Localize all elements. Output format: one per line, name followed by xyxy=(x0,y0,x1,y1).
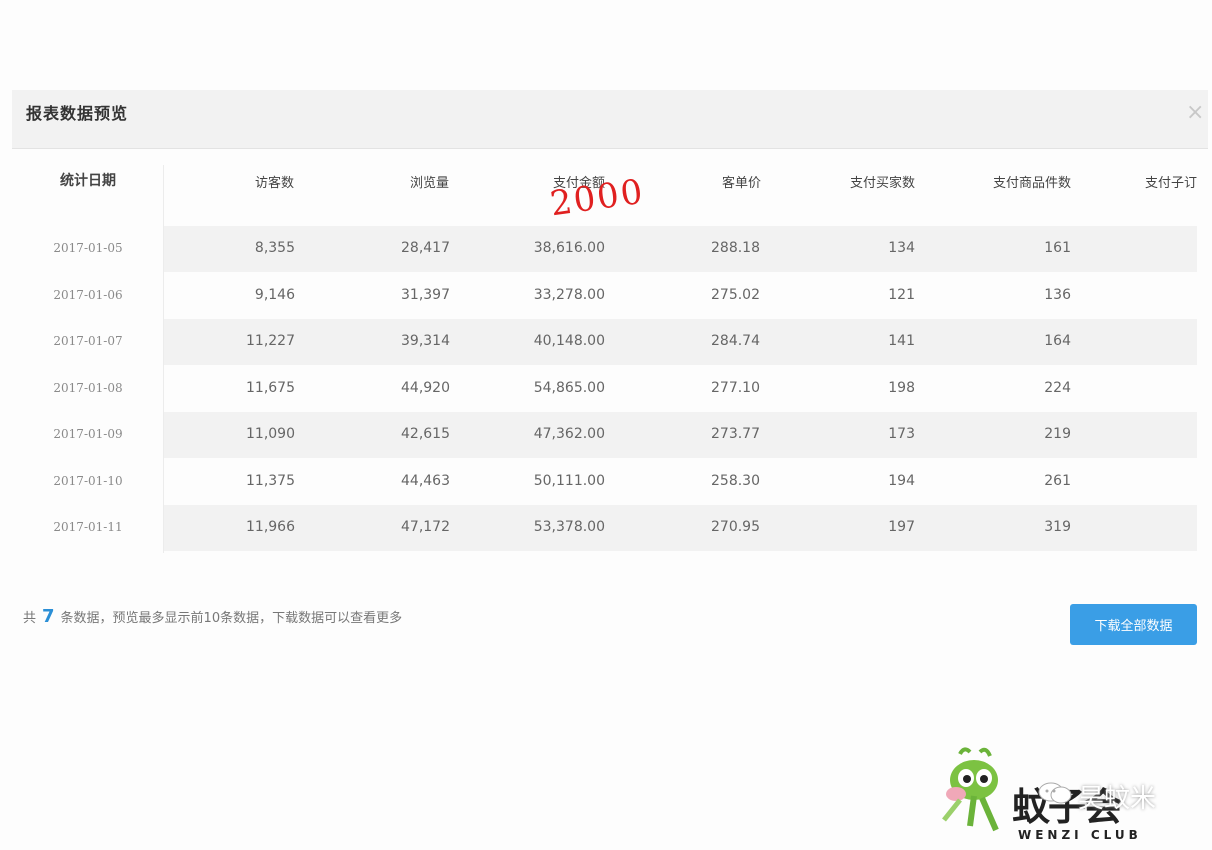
column-header: 浏览量 xyxy=(409,176,449,191)
table-cell: 31,397 xyxy=(401,286,450,303)
table-cell: 11,227 xyxy=(246,333,295,349)
date-column-header: 统计日期 xyxy=(60,173,116,189)
table-cell: 11,375 xyxy=(246,472,295,489)
table-cell: 38,616.00 xyxy=(533,240,605,256)
table-cell: 319 xyxy=(1044,519,1071,535)
table-cell: 40,148.00 xyxy=(533,333,605,349)
date-cell: 2017-01-06 xyxy=(53,287,123,302)
modal-header: 报表数据预览 × xyxy=(12,90,1208,149)
date-column: 统计日期 2017-01-05 2017-01-06 2017-01-07 2017-… xyxy=(13,158,163,554)
modal-title: 报表数据预览 xyxy=(26,104,129,123)
date-cell: 2017-01-10 xyxy=(53,473,123,488)
column-header: 支付商品件数 xyxy=(992,176,1071,191)
table-cell: 134 xyxy=(888,240,915,256)
column-header: 支付买家数 xyxy=(849,176,915,191)
table-cell: 11,966 xyxy=(246,519,295,535)
table-cell: 50,111.00 xyxy=(533,472,605,489)
row-count: 7 xyxy=(42,606,55,627)
table-cell: 198 xyxy=(888,379,915,396)
table-cell: 277.10 xyxy=(711,379,760,396)
table-row xyxy=(164,226,1197,272)
table-cell: 44,920 xyxy=(401,379,450,396)
table-cell: 8,355 xyxy=(254,240,295,256)
table-cell: 164 xyxy=(1044,333,1071,349)
date-cell: 2017-01-11 xyxy=(53,520,123,534)
table-cell: 11,675 xyxy=(246,379,295,396)
table-cell: 258.30 xyxy=(711,472,760,489)
table-cell: 9,146 xyxy=(254,286,295,303)
table-cell: 173 xyxy=(888,426,915,442)
table-cell: 141 xyxy=(888,333,915,349)
download-all-button[interactable]: 下载全部数据 xyxy=(1070,604,1197,645)
table-cell: 47,172 xyxy=(401,519,450,535)
table-cell: 270.95 xyxy=(711,519,760,535)
table-row xyxy=(164,366,1197,412)
date-cell: 2017-01-09 xyxy=(53,427,123,441)
watermark-author: 昊蚊米 xyxy=(1078,784,1157,814)
table-cell: 11,090 xyxy=(246,426,295,442)
data-table: 访客数 浏览量 支付金额 客单价 支付买家数 支付商品件数 支付子订 8,355 28,417 3… xyxy=(164,158,1197,554)
table-cell: 42,615 xyxy=(401,426,450,442)
table-cell: 224 xyxy=(1044,379,1071,396)
table-cell: 194 xyxy=(888,472,915,489)
table-row xyxy=(164,459,1197,505)
table-cell: 47,362.00 xyxy=(533,426,605,442)
footer-summary: 共 7 条数据，预览最多显示前10条数据，下载数据可以查看更多 xyxy=(23,606,402,627)
table-row xyxy=(164,273,1197,319)
footer-suffix: 条数据，预览最多显示前10条数据，下载数据可以查看更多 xyxy=(60,611,403,626)
table-cell: 261 xyxy=(1044,472,1071,489)
column-header: 支付子订 xyxy=(1144,176,1197,191)
table-cell: 219 xyxy=(1044,426,1071,442)
close-icon[interactable]: × xyxy=(1186,102,1204,124)
table-cell: 197 xyxy=(888,519,915,535)
column-header: 访客数 xyxy=(254,176,294,191)
table-cell: 54,865.00 xyxy=(533,379,605,396)
table-cell: 136 xyxy=(1044,286,1071,303)
footer-prefix: 共 xyxy=(23,611,37,626)
table-row xyxy=(164,319,1197,365)
table-cell: 44,463 xyxy=(401,472,450,489)
brand-logo-english: WENZI CLUB xyxy=(1018,828,1142,842)
date-cell: 2017-01-08 xyxy=(53,380,123,395)
table-cell: 273.77 xyxy=(711,426,760,442)
mosquito-mascot-logo xyxy=(942,747,999,832)
table-row xyxy=(164,505,1197,551)
table-cell: 161 xyxy=(1044,240,1071,256)
date-cell: 2017-01-07 xyxy=(53,334,123,348)
table-cell: 53,378.00 xyxy=(533,519,605,535)
column-header: 客单价 xyxy=(721,176,761,191)
table-cell: 288.18 xyxy=(711,240,760,256)
table-row xyxy=(164,412,1197,458)
date-cell: 2017-01-05 xyxy=(53,241,123,255)
table-cell: 121 xyxy=(888,286,915,303)
table-cell: 39,314 xyxy=(401,333,450,349)
table-cell: 275.02 xyxy=(711,286,760,303)
table-cell: 284.74 xyxy=(711,333,760,349)
table-cell: 33,278.00 xyxy=(533,286,605,303)
table-cell: 28,417 xyxy=(401,240,450,256)
chat-bubble-icon xyxy=(1038,782,1072,804)
